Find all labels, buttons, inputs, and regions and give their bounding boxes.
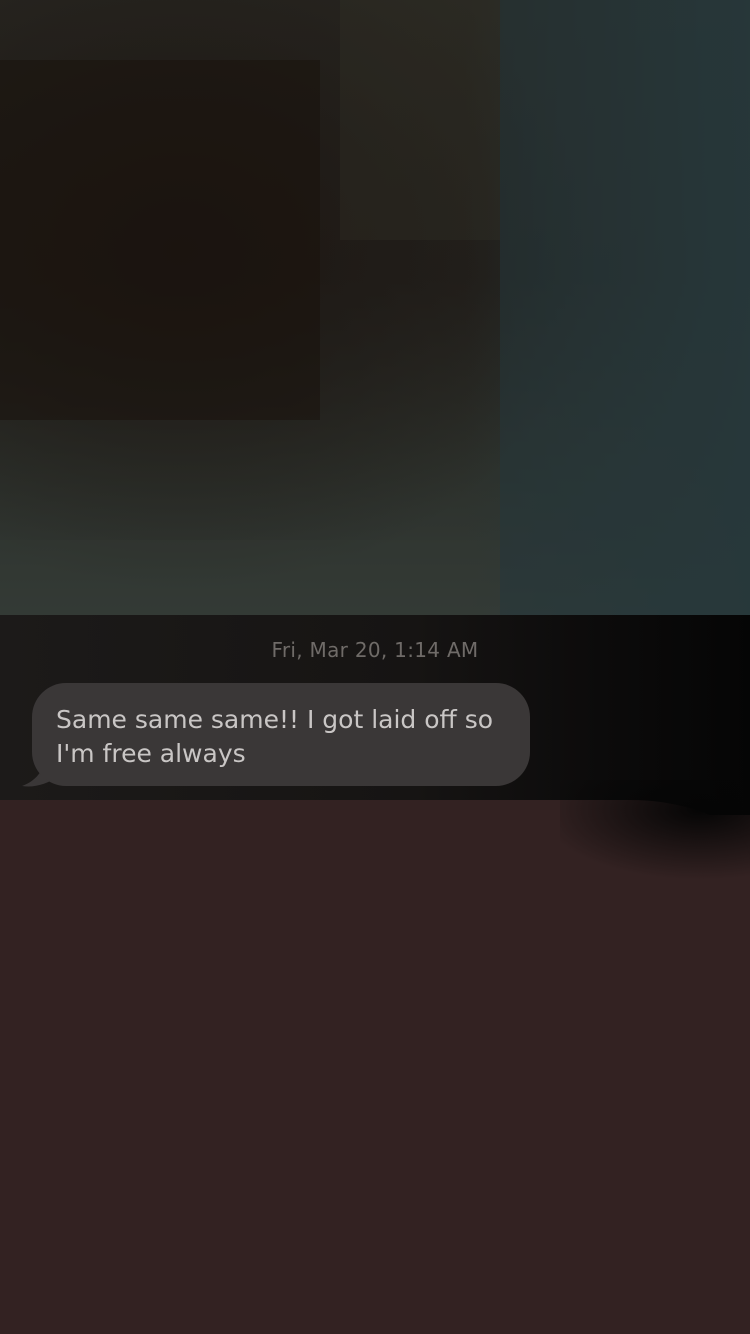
blur-patch <box>0 540 500 615</box>
blur-patch <box>500 0 750 615</box>
message-timestamp: Fri, Mar 20, 1:14 AM <box>271 638 479 662</box>
blur-patch <box>340 0 500 240</box>
screen: Fri, Mar 20, 1:14 AM Same same same!! I … <box>0 0 750 1334</box>
message-text-line: I'm free always <box>56 739 246 768</box>
shadow-corner <box>560 780 750 900</box>
incoming-message-bubble[interactable]: Same same same!! I got laid off so I'm f… <box>32 683 530 786</box>
message-text-line: Same same same!! I got laid off so <box>56 705 494 734</box>
blurred-background-top <box>0 0 750 615</box>
blur-patch <box>0 60 320 420</box>
